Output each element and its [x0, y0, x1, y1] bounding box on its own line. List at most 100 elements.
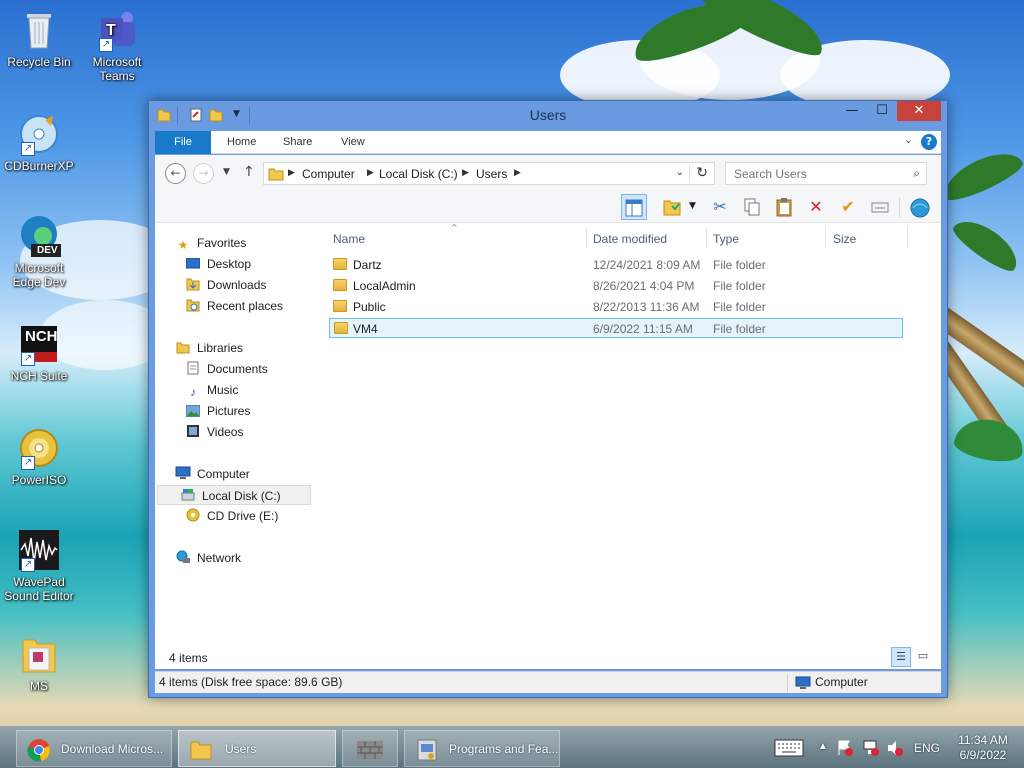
- clock-date: 6/9/2022: [959, 748, 1007, 762]
- taskbar-item-users[interactable]: Users: [178, 730, 336, 767]
- table-row[interactable]: Public 8/22/2013 11:36 AM File folder: [329, 297, 903, 317]
- desktop-icon-nch-suite[interactable]: NCH ↗ NCH Suite: [0, 322, 78, 383]
- breadcrumb-separator-icon[interactable]: ▶: [514, 168, 521, 178]
- nav-music[interactable]: ♪ Music: [185, 380, 238, 400]
- column-separator[interactable]: [825, 227, 826, 247]
- nav-cd-drive[interactable]: CD Drive (E:): [185, 506, 278, 526]
- address-bar[interactable]: ▶ Computer ▶ Local Disk (C:) ▶ Users ▶ ⌄…: [263, 162, 715, 185]
- taskbar-item-programs[interactable]: Programs and Fea...: [404, 730, 560, 767]
- show-hidden-icons-icon[interactable]: ▲: [818, 741, 828, 768]
- search-box[interactable]: ⌕: [725, 162, 927, 185]
- keyboard-icon[interactable]: [774, 739, 804, 768]
- folder-icon: [268, 166, 284, 185]
- taskbar-item-wall[interactable]: [342, 730, 398, 767]
- desktop-icon-ms-folder[interactable]: MS: [0, 632, 78, 693]
- copy-icon[interactable]: [739, 194, 765, 220]
- title-bar[interactable]: ▼ Users — ☐ ✕: [149, 101, 947, 130]
- paste-icon[interactable]: [771, 194, 797, 220]
- breadcrumb-separator-icon[interactable]: ▶: [367, 168, 374, 178]
- language-indicator[interactable]: ENG: [914, 741, 940, 768]
- desktop-icon-wavepad[interactable]: ↗ WavePad Sound Editor: [0, 528, 78, 603]
- shortcut-arrow-icon: ↗: [99, 38, 113, 52]
- taskbar-item-chrome[interactable]: Download Micros...: [16, 730, 172, 767]
- select-icon[interactable]: [867, 194, 893, 220]
- help-button[interactable]: ?: [921, 134, 937, 150]
- clock[interactable]: 11:34 AM 6/9/2022: [948, 733, 1018, 763]
- cut-icon[interactable]: ✂: [707, 194, 733, 220]
- column-separator[interactable]: [586, 227, 587, 247]
- search-icon[interactable]: ⌕: [913, 166, 920, 181]
- properties-dropdown-icon[interactable]: ▼: [689, 201, 696, 211]
- properties-folder-icon[interactable]: [659, 194, 685, 220]
- tab-share[interactable]: Share: [271, 131, 324, 154]
- tab-file[interactable]: File: [155, 131, 211, 154]
- nav-pictures[interactable]: Pictures: [185, 401, 250, 421]
- file-list[interactable]: ^ Name Date modified Type Size Dartz 12/…: [327, 223, 941, 669]
- forward-button[interactable]: →: [193, 163, 214, 184]
- star-icon: ★: [177, 238, 189, 252]
- address-dropdown-icon[interactable]: ⌄: [676, 167, 684, 178]
- file-type: File folder: [713, 258, 766, 272]
- rename-icon[interactable]: ✔: [835, 194, 861, 220]
- breadcrumb-separator-icon[interactable]: ▶: [288, 168, 295, 178]
- nav-favorites[interactable]: ★ Favorites: [175, 233, 247, 253]
- clock-time: 11:34 AM: [958, 733, 1008, 747]
- refresh-icon[interactable]: ↻: [696, 165, 708, 181]
- up-button[interactable]: ↑: [243, 164, 255, 180]
- nav-downloads[interactable]: Downloads: [185, 275, 266, 295]
- preview-pane-button[interactable]: [621, 194, 647, 220]
- column-separator[interactable]: [706, 227, 707, 247]
- delete-icon[interactable]: ✕: [803, 194, 829, 220]
- desktop-icon-cdburnerxp[interactable]: ↗ CDBurnerXP: [0, 112, 78, 173]
- close-button[interactable]: ✕: [897, 101, 941, 121]
- libraries-icon: [175, 340, 191, 354]
- documents-icon: [185, 361, 201, 375]
- navigation-pane[interactable]: ★ Favorites Desktop Downloads Recent plac…: [155, 223, 323, 669]
- shortcut-arrow-icon: ↗: [21, 352, 35, 366]
- breadcrumb-local-disk[interactable]: Local Disk (C:): [379, 167, 458, 181]
- network-globe-icon[interactable]: [907, 194, 933, 220]
- cd-drive-icon: [185, 508, 201, 522]
- minimize-button[interactable]: —: [837, 101, 867, 121]
- nav-desktop[interactable]: Desktop: [185, 254, 251, 274]
- action-center-icon[interactable]: [836, 739, 854, 768]
- column-header-date-modified[interactable]: Date modified: [593, 229, 667, 249]
- column-header-type[interactable]: Type: [713, 229, 739, 249]
- network-status-icon[interactable]: [862, 739, 880, 768]
- recent-locations-icon[interactable]: ▼: [223, 167, 230, 177]
- desktop-icon-recycle-bin[interactable]: Recycle Bin: [0, 8, 78, 69]
- column-header-name[interactable]: Name: [333, 229, 365, 249]
- nav-local-disk[interactable]: Local Disk (C:): [157, 485, 311, 505]
- desktop-icon-poweriso[interactable]: ↗ PowerISO: [0, 426, 78, 487]
- table-row[interactable]: Dartz 12/24/2021 8:09 AM File folder: [329, 255, 903, 275]
- nav-network[interactable]: Network: [175, 548, 241, 568]
- explorer-window[interactable]: ▼ Users — ☐ ✕ File Home Share View ⌄ ? ←…: [148, 100, 948, 698]
- large-icons-view-button[interactable]: ▭: [913, 647, 933, 667]
- breadcrumb-users[interactable]: Users: [476, 167, 507, 181]
- desktop-icon-edge-dev[interactable]: DEV Microsoft Edge Dev: [0, 214, 78, 289]
- volume-muted-icon[interactable]: [886, 739, 904, 768]
- tab-home[interactable]: Home: [215, 131, 268, 154]
- column-header-size[interactable]: Size: [833, 229, 856, 249]
- music-icon: ♪: [190, 385, 196, 399]
- nav-documents[interactable]: Documents: [185, 359, 268, 379]
- desktop-icon-label: CDBurnerXP: [4, 159, 74, 173]
- file-date: 6/9/2022 11:15 AM: [593, 322, 693, 336]
- breadcrumb-computer[interactable]: Computer: [302, 167, 355, 181]
- search-input[interactable]: [726, 163, 901, 184]
- tab-view[interactable]: View: [329, 131, 377, 154]
- expand-ribbon-icon[interactable]: ⌄: [904, 133, 913, 146]
- details-view-button[interactable]: ☰: [891, 647, 911, 667]
- nav-libraries[interactable]: Libraries: [175, 338, 243, 358]
- maximize-button[interactable]: ☐: [867, 101, 897, 121]
- desktop-icon-teams[interactable]: T ↗ Microsoft Teams: [78, 8, 156, 83]
- desktop-icon: [185, 257, 201, 272]
- nav-videos[interactable]: Videos: [185, 422, 243, 442]
- nav-recent-places[interactable]: Recent places: [185, 296, 283, 316]
- nav-computer[interactable]: Computer: [175, 464, 250, 484]
- breadcrumb-separator-icon[interactable]: ▶: [462, 168, 469, 178]
- back-button[interactable]: ←: [165, 163, 186, 184]
- column-separator[interactable]: [907, 227, 908, 247]
- table-row-selected[interactable]: VM4 6/9/2022 11:15 AM File folder: [329, 318, 903, 338]
- table-row[interactable]: LocalAdmin 8/26/2021 4:04 PM File folder: [329, 276, 903, 296]
